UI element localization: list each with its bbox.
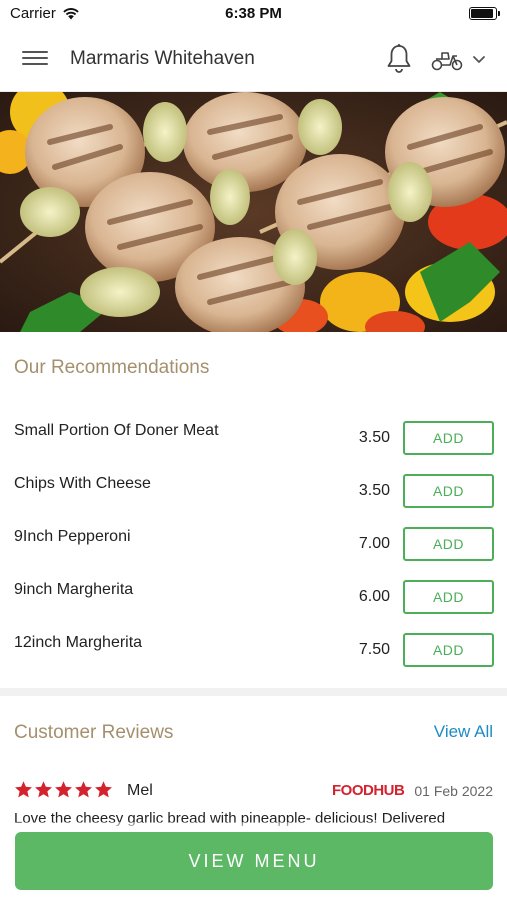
battery-icon bbox=[469, 7, 500, 20]
item-price: 3.50 bbox=[358, 482, 390, 499]
scooter-icon[interactable] bbox=[430, 45, 464, 73]
add-button[interactable]: ADD bbox=[403, 421, 494, 455]
item-price: 7.00 bbox=[358, 535, 390, 552]
star-icon bbox=[75, 781, 92, 798]
chevron-down-icon[interactable] bbox=[470, 50, 488, 68]
item-price: 3.50 bbox=[358, 429, 390, 446]
status-bar: Carrier 6:38 PM bbox=[0, 0, 507, 28]
item-name: Small Portion Of Doner Meat bbox=[14, 422, 219, 439]
recommendations-list: Small Portion Of Doner Meat 3.50 ADD Chi… bbox=[0, 405, 507, 670]
bell-icon[interactable] bbox=[385, 43, 413, 75]
add-button[interactable]: ADD bbox=[403, 474, 494, 508]
item-name: 9Inch Pepperoni bbox=[14, 528, 131, 545]
review-date: 01 Feb 2022 bbox=[414, 783, 493, 799]
star-icon bbox=[35, 781, 52, 798]
item-price: 6.00 bbox=[358, 588, 390, 605]
star-icon bbox=[15, 781, 32, 798]
list-item: 12inch Margherita 7.50 ADD bbox=[0, 617, 507, 670]
item-name: Chips With Cheese bbox=[14, 475, 151, 492]
menu-icon[interactable] bbox=[20, 48, 50, 72]
item-name: 12inch Margherita bbox=[14, 634, 143, 651]
star-icon bbox=[55, 781, 72, 798]
reviews-title: Customer Reviews bbox=[14, 722, 174, 743]
battery-level-fill bbox=[471, 9, 493, 18]
recommendations-title: Our Recommendations bbox=[14, 357, 210, 378]
review-author: Mel bbox=[127, 782, 153, 799]
rating-stars bbox=[14, 780, 113, 799]
view-menu-button[interactable]: VIEW MENU bbox=[15, 832, 493, 890]
star-icon bbox=[95, 781, 112, 798]
list-item: Chips With Cheese 3.50 ADD bbox=[0, 458, 507, 511]
item-name: 9inch Margherita bbox=[14, 581, 134, 598]
section-divider bbox=[0, 688, 507, 696]
add-button[interactable]: ADD bbox=[403, 527, 494, 561]
footer-bar: VIEW MENU bbox=[0, 822, 507, 900]
list-item: Small Portion Of Doner Meat 3.50 ADD bbox=[0, 405, 507, 458]
add-button[interactable]: ADD bbox=[403, 580, 494, 614]
status-time: 6:38 PM bbox=[225, 5, 282, 22]
hero-food-image bbox=[0, 92, 507, 332]
add-button[interactable]: ADD bbox=[403, 633, 494, 667]
item-price: 7.50 bbox=[358, 641, 390, 658]
list-item: 9inch Margherita 6.00 ADD bbox=[0, 564, 507, 617]
list-item: 9Inch Pepperoni 7.00 ADD bbox=[0, 511, 507, 564]
review-source-logo: FOODHUB bbox=[332, 782, 405, 799]
page-title: Marmaris Whitehaven bbox=[70, 48, 255, 69]
app-header: Marmaris Whitehaven bbox=[0, 28, 507, 92]
view-all-link[interactable]: View All bbox=[434, 722, 493, 742]
